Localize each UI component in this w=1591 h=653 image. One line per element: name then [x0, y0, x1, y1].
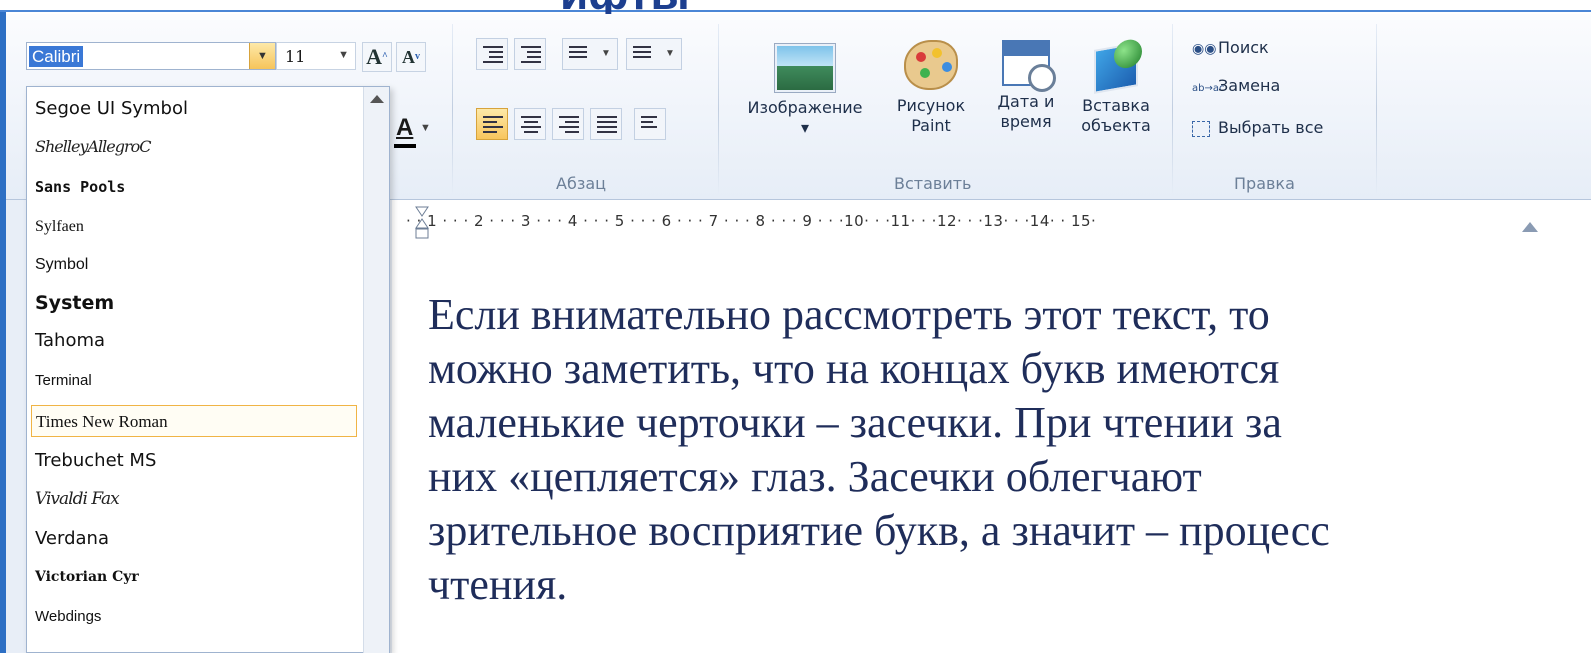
paragraph-settings-icon: [641, 116, 661, 134]
font-color-arrow-icon[interactable]: ▼: [420, 122, 431, 134]
font-option-sans-pools[interactable]: Sans Pools: [31, 171, 357, 203]
font-list-dropdown[interactable]: Segoe UI Symbol ShelleyAllegroC Sans Poo…: [26, 86, 390, 653]
insert-object-label-1: Вставка: [1082, 96, 1150, 115]
ruler[interactable]: · · 1 · · · 2 · · · 3 · · · 4 · · · 5 · …: [392, 206, 1591, 240]
align-right-icon: [559, 116, 579, 134]
justify-button[interactable]: [590, 108, 622, 140]
font-option-webdings[interactable]: Webdings: [31, 601, 357, 633]
select-all-button[interactable]: Выбрать все: [1192, 116, 1323, 140]
replace-button[interactable]: ab→acЗамена: [1192, 74, 1280, 98]
paragraph-group-label: Абзац: [556, 174, 607, 193]
insert-image-button[interactable]: Изображение ▾: [730, 40, 880, 138]
justify-icon: [597, 116, 617, 134]
grow-font-label: A: [366, 44, 383, 69]
align-right-button[interactable]: [552, 108, 584, 140]
increase-indent-button[interactable]: [514, 38, 546, 70]
bullets-icon: [569, 46, 589, 64]
insert-object-label-2: объекта: [1081, 116, 1151, 135]
insert-paint-label-2: Paint: [911, 116, 951, 135]
font-option-system[interactable]: System: [31, 287, 357, 319]
font-name-value[interactable]: Calibri: [29, 46, 84, 67]
font-option-sylfaen[interactable]: Sylfaen: [31, 211, 357, 243]
document-line: можно заметить, что на концах букв имеют…: [428, 344, 1280, 393]
paint-palette-icon: [904, 40, 958, 90]
insert-object-button[interactable]: Вставка объекта: [1072, 37, 1160, 136]
grow-font-button[interactable]: A^: [362, 42, 392, 72]
font-name-dropdown-arrow-icon[interactable]: ▼: [249, 43, 275, 69]
insert-object-icon: [1094, 37, 1142, 94]
replace-label: Замена: [1218, 76, 1281, 95]
document-line: маленькие черточки – засечки. При чтении…: [428, 398, 1282, 447]
font-option-shelley-allegro[interactable]: ShelleyAllegroC: [31, 131, 357, 163]
font-option-vivaldi[interactable]: Vivaldi Fax: [31, 483, 357, 515]
font-option-terminal[interactable]: Terminal: [31, 365, 357, 397]
document-line: Если внимательно рассмотреть этот текст,…: [428, 290, 1270, 339]
edit-group-label: Правка: [1234, 174, 1295, 193]
insert-date-label-1: Дата и: [997, 92, 1055, 111]
decrease-indent-button[interactable]: [476, 38, 508, 70]
group-separator: [1376, 24, 1377, 194]
find-button[interactable]: ◉◉Поиск: [1192, 36, 1269, 60]
select-all-icon: [1192, 120, 1210, 137]
bullets-arrow-icon[interactable]: ▼: [601, 48, 611, 59]
line-spacing-icon: [633, 46, 653, 64]
font-option-symbol[interactable]: Symbol: [31, 249, 357, 281]
insert-paint-button[interactable]: Рисунок Paint: [884, 40, 978, 136]
right-indent-marker-icon[interactable]: [1522, 222, 1538, 232]
insert-group-label: Вставить: [894, 174, 972, 193]
group-separator: [452, 24, 453, 194]
scroll-up-arrow-icon[interactable]: [370, 95, 384, 103]
font-size-value[interactable]: 11: [285, 47, 305, 66]
object-ball-icon: [1114, 37, 1142, 71]
align-center-button[interactable]: [514, 108, 546, 140]
document-line: них «цепляется» глаз. Засечки облегчают: [428, 452, 1202, 501]
font-color-label: A: [396, 114, 414, 141]
shrink-font-label: A: [402, 47, 415, 67]
decrease-indent-icon: [483, 46, 503, 64]
align-left-button[interactable]: [476, 108, 508, 140]
font-option-victorian-cyr[interactable]: Victorian Cyr: [31, 561, 357, 593]
font-size-dropdown-arrow-icon[interactable]: ▼: [338, 49, 349, 61]
font-color-button[interactable]: A ▼: [390, 114, 434, 150]
select-all-label: Выбрать все: [1218, 118, 1324, 137]
insert-paint-label-1: Рисунок: [896, 96, 966, 115]
font-option-verdana[interactable]: Verdana: [31, 523, 357, 555]
binoculars-icon: ◉◉: [1192, 41, 1217, 57]
document-body[interactable]: Если внимательно рассмотреть этот текст,…: [428, 288, 1568, 612]
insert-image-arrow: ▾: [800, 118, 810, 137]
find-label: Поиск: [1218, 38, 1269, 57]
font-option-trebuchet-ms[interactable]: Trebuchet MS: [31, 445, 357, 477]
image-icon: [775, 44, 835, 92]
paragraph-settings-button[interactable]: [634, 108, 666, 140]
font-option-times-new-roman[interactable]: Times New Roman: [31, 405, 357, 437]
align-left-icon: [483, 116, 503, 134]
replace-icon: ab→ac: [1192, 83, 1225, 94]
font-option-tahoma[interactable]: Tahoma: [31, 325, 357, 357]
font-color-swatch: [394, 144, 416, 148]
date-time-icon: [1002, 40, 1056, 92]
group-separator: [1172, 24, 1173, 194]
clock-icon: [1028, 64, 1056, 92]
font-size-combobox[interactable]: 11 ▼: [276, 42, 356, 70]
slide-top-band: ифты: [0, 0, 1591, 19]
font-option-segoe-ui-symbol[interactable]: Segoe UI Symbol: [31, 93, 357, 125]
line-spacing-button[interactable]: ▼: [626, 38, 682, 70]
insert-date-label-2: время: [1000, 112, 1052, 131]
shrink-font-button[interactable]: Av: [396, 42, 426, 72]
bullets-button[interactable]: ▼: [562, 38, 618, 70]
document-line: зрительное восприятие букв, а значит – п…: [428, 506, 1330, 555]
insert-date-time-button[interactable]: Дата и время: [984, 40, 1068, 132]
document-line: чтения.: [428, 560, 568, 609]
align-center-icon: [521, 116, 541, 134]
font-list-scrollbar[interactable]: [363, 87, 389, 653]
font-name-combobox[interactable]: Calibri ▼: [26, 42, 276, 70]
ruler-scale: · · 1 · · · 2 · · · 3 · · · 4 · · · 5 · …: [406, 212, 1097, 230]
line-spacing-arrow-icon[interactable]: ▼: [665, 48, 675, 59]
increase-indent-icon: [521, 46, 541, 64]
group-separator: [718, 24, 719, 194]
insert-image-label: Изображение: [747, 98, 863, 117]
